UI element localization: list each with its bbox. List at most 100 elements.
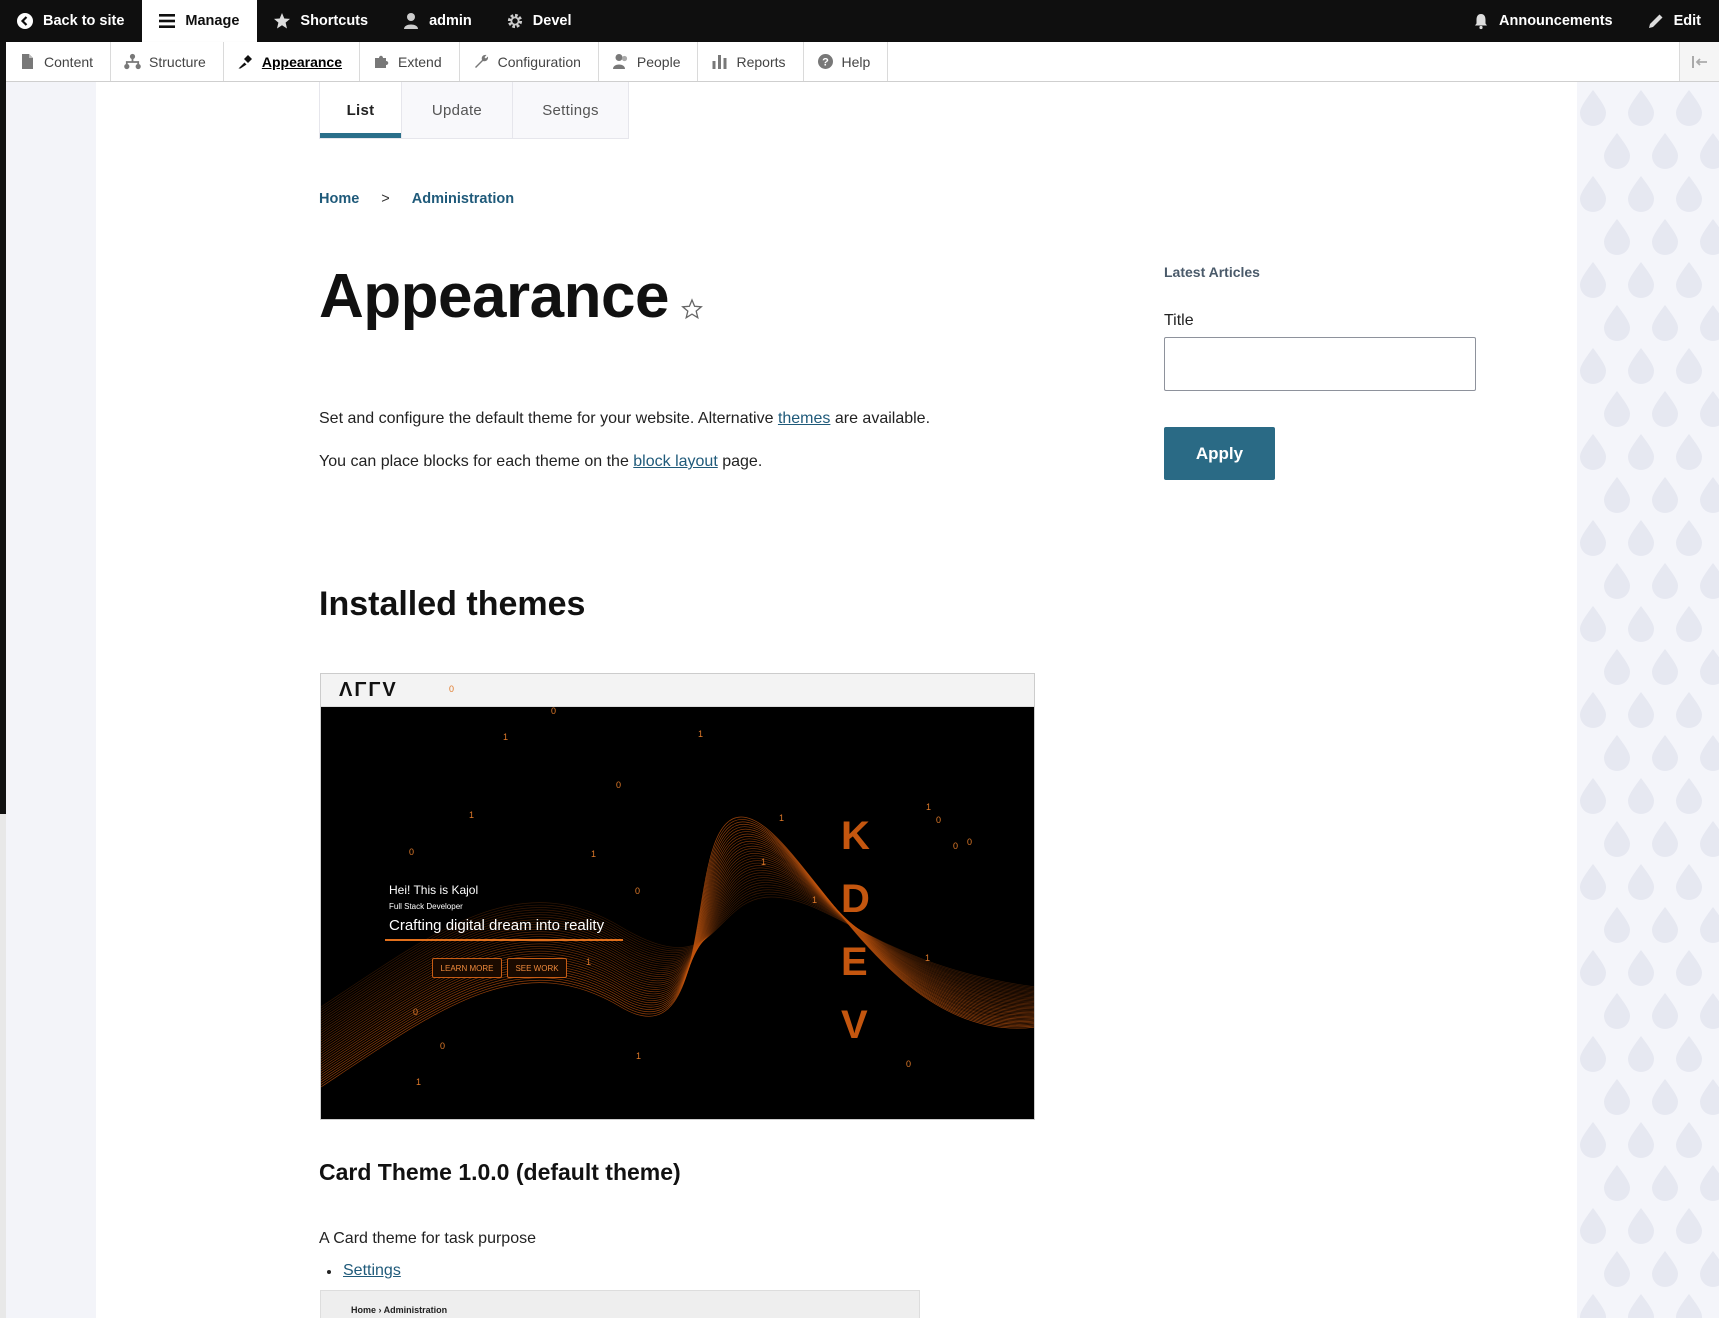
announcements-tab[interactable]: Announcements bbox=[1456, 0, 1631, 42]
edit-label: Edit bbox=[1673, 13, 1701, 29]
drop-shape bbox=[1676, 1208, 1702, 1244]
drop-shape bbox=[1700, 133, 1719, 169]
kdev-letter-k: K bbox=[841, 814, 870, 858]
theme-settings-link[interactable]: Settings bbox=[343, 1262, 401, 1279]
drop-shape bbox=[1580, 692, 1606, 728]
drop-shape bbox=[1604, 821, 1630, 857]
drop-shape bbox=[1628, 262, 1654, 298]
tab-list[interactable]: List bbox=[320, 82, 402, 138]
drop-shape bbox=[1676, 90, 1702, 126]
theme-name-heading: Card Theme 1.0.0 (default theme) bbox=[319, 1159, 681, 1185]
wrench-icon bbox=[474, 54, 488, 68]
drop-shape bbox=[1580, 1208, 1606, 1244]
hamburger-icon bbox=[159, 14, 176, 28]
manage-tab[interactable]: Manage bbox=[142, 0, 258, 42]
wave-mesh-graphic bbox=[321, 816, 1034, 1088]
tray-item-reports[interactable]: Reports bbox=[698, 42, 804, 81]
tray-item-content[interactable]: Content bbox=[6, 42, 112, 81]
drop-shape bbox=[1628, 176, 1654, 212]
drop-shape bbox=[1580, 1294, 1606, 1318]
drop-shape bbox=[1652, 391, 1678, 427]
drop-shape bbox=[1652, 219, 1678, 255]
hero-role: Full Stack Developer bbox=[389, 902, 463, 911]
tray-label-configuration: Configuration bbox=[497, 53, 581, 70]
devel-label: Devel bbox=[532, 13, 572, 29]
drop-shape bbox=[1652, 1079, 1678, 1115]
back-to-site-link[interactable]: Back to site bbox=[0, 0, 142, 42]
user-icon bbox=[404, 13, 419, 29]
drop-shape bbox=[1628, 1294, 1654, 1318]
drop-shape bbox=[1628, 778, 1654, 814]
drop-shape bbox=[1700, 993, 1719, 1029]
drop-shape bbox=[1676, 950, 1702, 986]
primary-tabs: List Update Settings bbox=[319, 82, 629, 139]
drop-shape bbox=[1580, 262, 1606, 298]
star-icon bbox=[274, 13, 291, 29]
tray-item-appearance[interactable]: Appearance bbox=[224, 42, 361, 81]
title-filter-label: Title bbox=[1164, 312, 1194, 329]
drop-shape bbox=[1628, 950, 1654, 986]
themes-link[interactable]: themes bbox=[778, 410, 830, 427]
drop-shape bbox=[1700, 821, 1719, 857]
collapse-left-icon bbox=[1691, 55, 1707, 68]
shortcuts-label: Shortcuts bbox=[300, 13, 369, 29]
hero-tagline: Crafting digital dream into reality bbox=[389, 917, 605, 934]
devel-tab[interactable]: Devel bbox=[490, 0, 590, 42]
drop-shape bbox=[1652, 1165, 1678, 1201]
title-filter-input[interactable] bbox=[1164, 337, 1476, 391]
list-bullet bbox=[327, 1270, 331, 1274]
drop-shape bbox=[1700, 563, 1719, 599]
drop-shape bbox=[1652, 649, 1678, 685]
shortcut-star-icon[interactable] bbox=[681, 298, 703, 320]
tray-orientation-toggle[interactable] bbox=[1679, 42, 1719, 81]
decorative-drop-pattern bbox=[1577, 82, 1719, 1318]
tray-item-people[interactable]: People bbox=[599, 42, 699, 81]
breadcrumb: Home > Administration bbox=[319, 191, 514, 207]
announcements-label: Announcements bbox=[1499, 13, 1613, 29]
hero-underline bbox=[385, 939, 623, 941]
tray-item-structure[interactable]: Structure bbox=[111, 42, 224, 81]
admin-tray: Content Structure Appearance Extend Conf… bbox=[6, 42, 1719, 82]
user-tab[interactable]: admin bbox=[386, 0, 490, 42]
tray-item-configuration[interactable]: Configuration bbox=[460, 42, 599, 81]
theme-operations-list: Settings bbox=[327, 1262, 401, 1280]
tray-label-structure: Structure bbox=[149, 53, 206, 70]
drop-shape bbox=[1628, 1122, 1654, 1158]
block-layout-link[interactable]: block layout bbox=[633, 453, 718, 470]
wave-line bbox=[321, 848, 1034, 1056]
tray-item-extend[interactable]: Extend bbox=[360, 42, 460, 81]
drop-shape bbox=[1628, 692, 1654, 728]
shortcuts-tab[interactable]: Shortcuts bbox=[257, 0, 386, 42]
drop-shape bbox=[1700, 1079, 1719, 1115]
drop-shape bbox=[1580, 520, 1606, 556]
drop-shape bbox=[1604, 735, 1630, 771]
binary-digit: 1 bbox=[469, 810, 475, 820]
gear-icon bbox=[507, 13, 522, 29]
description-1-text-after: are available. bbox=[830, 410, 931, 427]
drop-shape bbox=[1700, 735, 1719, 771]
breadcrumb-administration-link[interactable]: Administration bbox=[412, 191, 514, 207]
drop-shape bbox=[1676, 434, 1702, 470]
drop-shape bbox=[1604, 1165, 1630, 1201]
drop-shape bbox=[1580, 176, 1606, 212]
edit-tab[interactable]: Edit bbox=[1631, 0, 1719, 42]
tray-item-help[interactable]: ? Help bbox=[804, 42, 889, 81]
apply-button[interactable]: Apply bbox=[1164, 427, 1275, 480]
tab-update[interactable]: Update bbox=[402, 82, 513, 138]
hero-learn-more-button: LEARN MORE bbox=[432, 958, 502, 978]
drop-shape bbox=[1676, 864, 1702, 900]
drop-shape bbox=[1580, 606, 1606, 642]
drop-shape bbox=[1652, 907, 1678, 943]
tab-settings[interactable]: Settings bbox=[513, 82, 628, 138]
kdev-letter-d: D bbox=[841, 877, 870, 921]
drop-shape bbox=[1652, 735, 1678, 771]
drop-shape bbox=[1580, 778, 1606, 814]
drop-shape bbox=[1700, 1165, 1719, 1201]
binary-digit: 0 bbox=[953, 841, 959, 851]
binary-digit: 1 bbox=[503, 732, 509, 742]
tray-label-help: Help bbox=[841, 53, 871, 70]
breadcrumb-home-link[interactable]: Home bbox=[319, 191, 359, 207]
chevron-right-icon: > bbox=[381, 191, 390, 207]
drop-shape bbox=[1676, 778, 1702, 814]
binary-digit: 0 bbox=[409, 847, 415, 857]
